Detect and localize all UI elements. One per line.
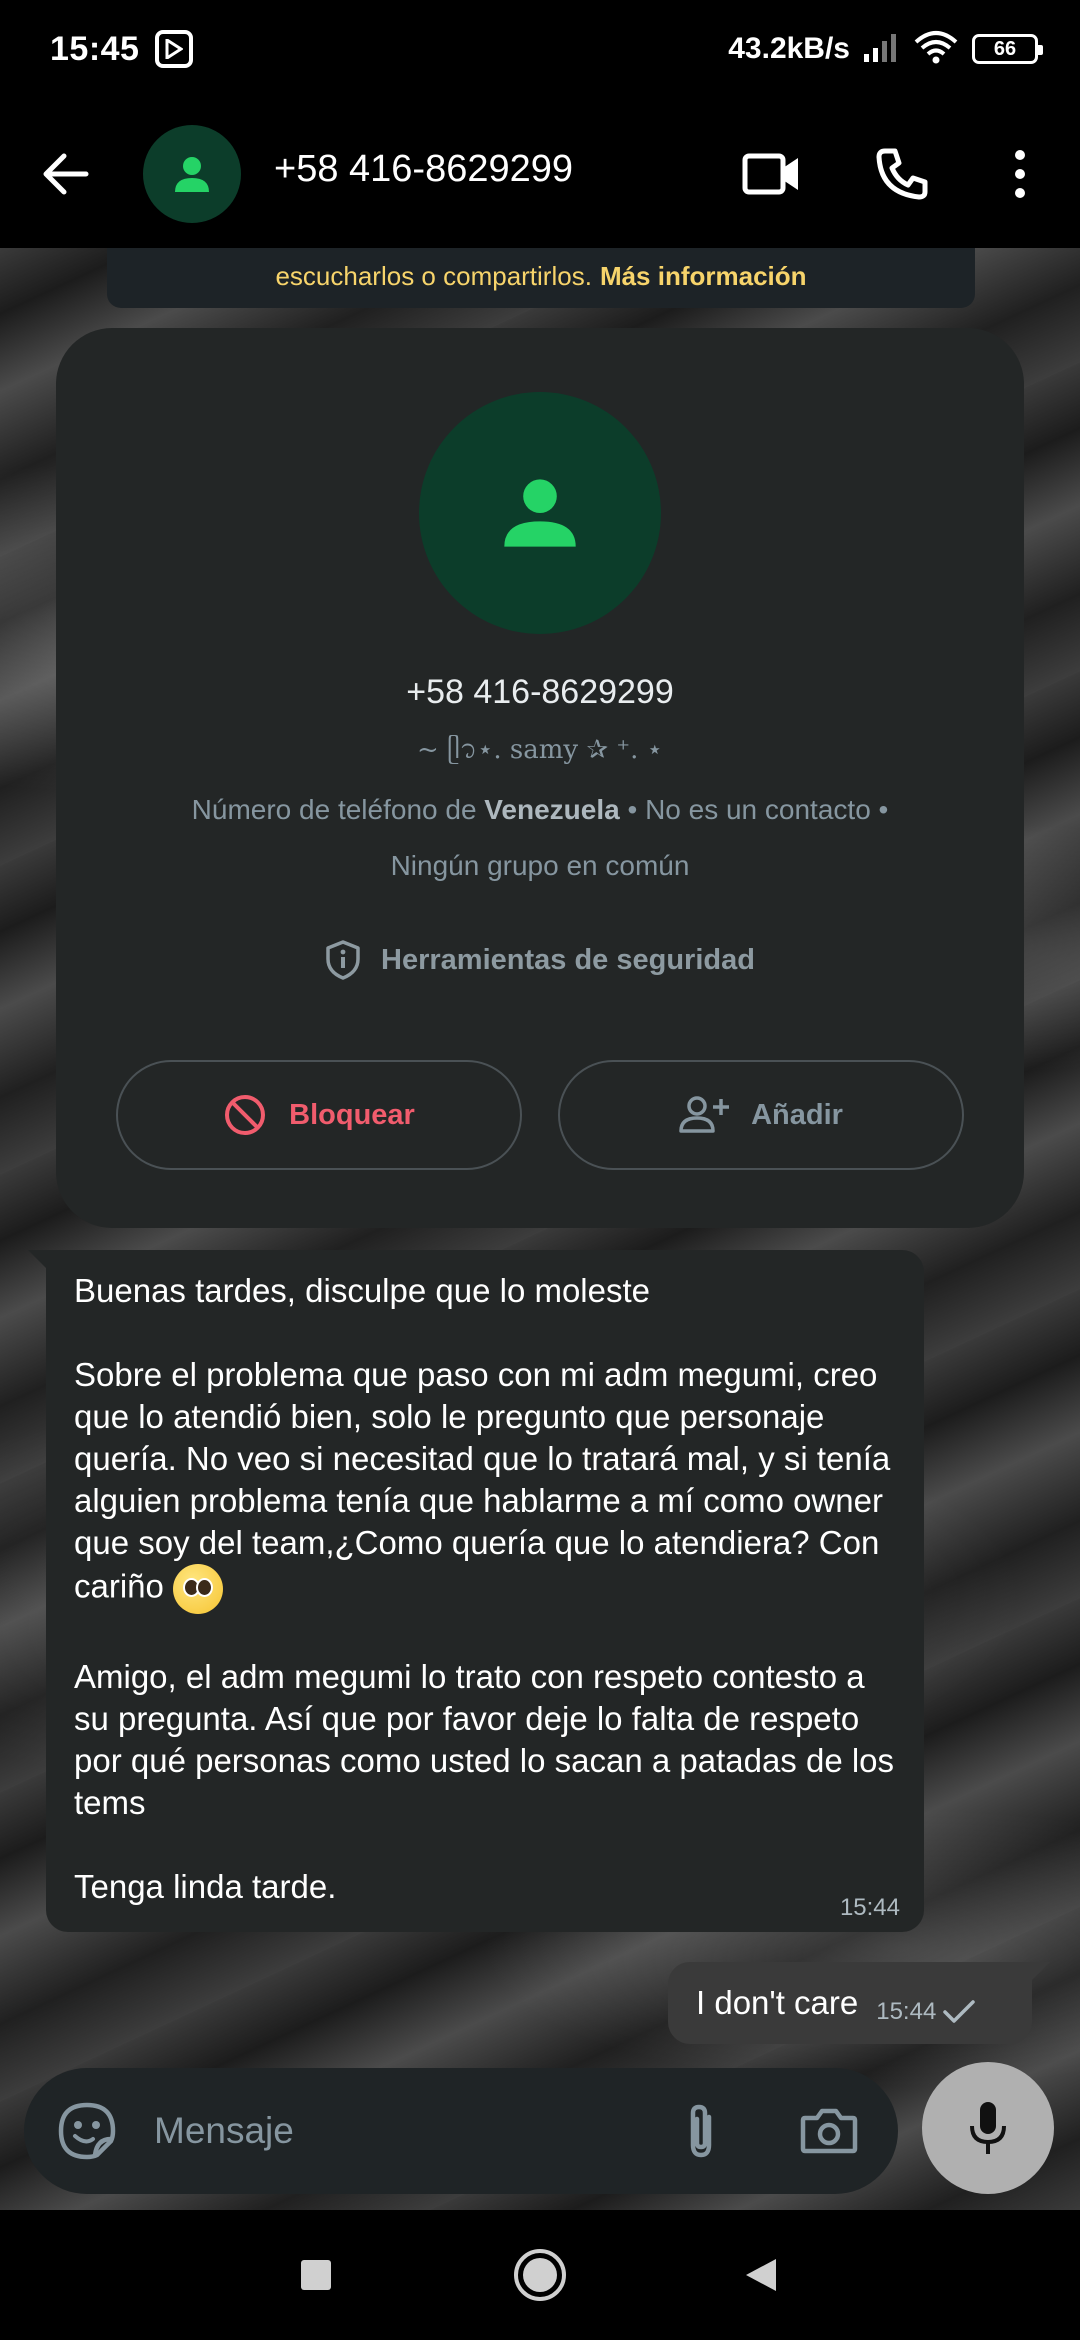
info-country: Venezuela	[484, 794, 620, 825]
more-info-link[interactable]: Más información	[600, 261, 807, 292]
phone-icon	[876, 148, 928, 200]
voice-call-button[interactable]	[870, 142, 934, 206]
shield-icon	[326, 940, 360, 980]
message-paragraph-2-wrap: Sobre el problema que paso con mi adm me…	[74, 1354, 896, 1614]
status-bar: 15:45 43.2kB/s 66	[0, 0, 1080, 98]
voice-message-button[interactable]	[922, 2062, 1054, 2194]
card-avatar[interactable]	[419, 392, 661, 634]
home-circle-icon	[514, 2249, 566, 2301]
video-call-button[interactable]	[740, 142, 804, 206]
wifi-icon	[914, 30, 958, 69]
encryption-notice: escucharlos o compartirlos. Más informac…	[107, 248, 975, 308]
attach-button[interactable]	[668, 2098, 734, 2164]
chat-header: +58 416-8629299	[0, 98, 1080, 248]
card-phone-number: +58 416-8629299	[406, 673, 674, 711]
camera-icon	[800, 2108, 858, 2154]
kebab-menu-icon	[1015, 150, 1025, 198]
network-speed: 43.2kB/s	[728, 32, 850, 65]
add-contact-button[interactable]: Añadir	[558, 1060, 964, 1170]
sticker-button[interactable]	[54, 2098, 120, 2164]
signal-icon	[864, 32, 900, 67]
outgoing-text: I don't care	[696, 1984, 859, 2021]
card-info: Número de teléfono de Venezuela • No es …	[116, 782, 964, 894]
security-tools-label: Herramientas de seguridad	[381, 943, 755, 976]
outgoing-meta: 15:44	[876, 1998, 976, 2026]
message-composer	[24, 2068, 898, 2194]
media-app-icon	[155, 30, 194, 68]
add-person-icon	[679, 1096, 730, 1133]
battery-icon: 66	[972, 34, 1043, 64]
block-button[interactable]: Bloquear	[116, 1060, 522, 1170]
camera-button[interactable]	[796, 2098, 862, 2164]
home-button[interactable]	[510, 2245, 570, 2305]
system-navigation-bar	[0, 2210, 1080, 2340]
video-camera-icon	[742, 153, 798, 195]
encryption-notice-text: escucharlos o compartirlos.	[275, 261, 592, 291]
contact-info-card: +58 416-8629299 ~ ᥫ᭡⋆. samy ✰ ⁺. ⋆ Númer…	[56, 328, 1024, 1228]
back-button[interactable]	[38, 146, 94, 202]
person-icon	[504, 479, 576, 547]
info-prefix: Número de teléfono de	[191, 794, 485, 825]
incoming-message[interactable]: Buenas tardes, disculpe que lo moleste S…	[28, 1250, 924, 1932]
add-label: Añadir	[751, 1098, 843, 1131]
microphone-icon	[970, 2102, 1006, 2154]
square-icon	[301, 2260, 331, 2290]
message-input[interactable]	[154, 2100, 674, 2162]
info-line2: Ningún grupo en común	[390, 850, 690, 881]
person-icon	[175, 157, 209, 192]
message-timestamp: 15:44	[839, 1894, 900, 1921]
outgoing-message[interactable]: I don't care 15:44	[668, 1962, 1050, 2044]
recents-button[interactable]	[286, 2245, 346, 2305]
outgoing-timestamp: 15:44	[876, 1998, 937, 2025]
contact-avatar[interactable]	[143, 125, 241, 223]
paperclip-icon	[690, 2104, 712, 2158]
sticker-smiley-icon	[58, 2102, 116, 2160]
message-paragraph-1: Buenas tardes, disculpe que lo moleste	[74, 1272, 651, 1309]
message-paragraph-3: Amigo, el adm megumi lo trato con respet…	[74, 1658, 895, 1821]
arrow-left-icon	[43, 153, 89, 195]
chat-title[interactable]: +58 416-8629299	[274, 148, 573, 191]
back-nav-button[interactable]	[730, 2245, 790, 2305]
block-label: Bloquear	[289, 1098, 415, 1131]
message-paragraph-4: Tenga linda tarde.	[74, 1868, 337, 1905]
block-icon	[225, 1095, 266, 1135]
info-suffix: • No es un contacto •	[619, 794, 889, 825]
chat-area[interactable]: escucharlos o compartirlos. Más informac…	[0, 248, 1080, 2210]
battery-level: 66	[993, 37, 1017, 60]
more-options-button[interactable]	[988, 142, 1052, 206]
back-triangle-icon	[746, 2259, 776, 2291]
security-tools-link[interactable]: Herramientas de seguridad	[56, 940, 1024, 980]
card-username: ~ ᥫ᭡⋆. samy ✰ ⁺. ⋆	[417, 735, 663, 765]
single-check-icon	[943, 2000, 976, 2023]
status-time: 15:45	[50, 29, 140, 68]
pleading-face-emoji-icon	[173, 1564, 224, 1614]
